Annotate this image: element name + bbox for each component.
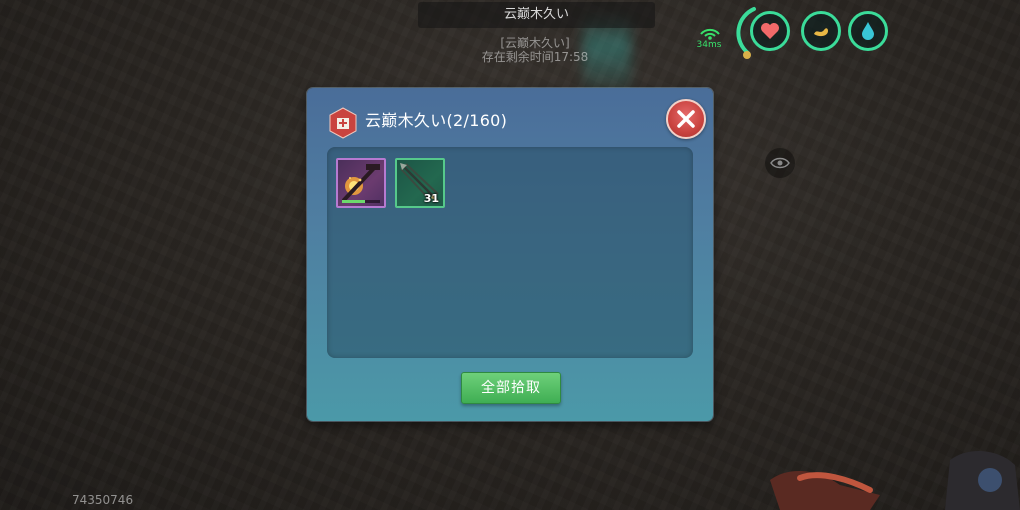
world-label: [云巅木久い] 存在剩余时间17:58 xyxy=(420,36,650,64)
loot-item-grid: 31 xyxy=(327,147,693,358)
ping-text: 34ms xyxy=(696,40,722,50)
heart-icon xyxy=(761,23,779,39)
dialog-title: 云巅木久い(2/160) xyxy=(365,111,508,130)
health-button[interactable] xyxy=(750,11,790,51)
eye-icon xyxy=(770,157,790,169)
close-icon xyxy=(677,110,695,128)
top-info-bar: 云巅木久い xyxy=(418,2,655,28)
loot-box-icon xyxy=(329,107,357,139)
water-drop-icon xyxy=(862,22,874,40)
durability-fill xyxy=(342,200,365,203)
stamina-button[interactable] xyxy=(801,11,841,51)
loot-slot-arrows[interactable]: 31 xyxy=(395,158,445,208)
stamina-icon xyxy=(814,28,828,37)
world-timer: 存在剩余时间17:58 xyxy=(481,50,589,64)
player-hand-weapon xyxy=(770,450,1020,510)
close-button[interactable] xyxy=(666,99,706,139)
view-toggle-button[interactable] xyxy=(765,148,795,178)
item-count: 31 xyxy=(423,192,439,205)
player-id: 74350746 xyxy=(72,493,134,507)
loot-dialog: 云巅木久い(2/160) 31 全部拾取 xyxy=(307,88,713,421)
hydration-button[interactable] xyxy=(848,11,888,51)
loot-slot-weapon[interactable] xyxy=(336,158,386,208)
pickup-all-button[interactable]: 全部拾取 xyxy=(461,372,561,404)
durability-bar xyxy=(342,200,380,203)
world-name: [云巅木久い] xyxy=(500,36,570,50)
